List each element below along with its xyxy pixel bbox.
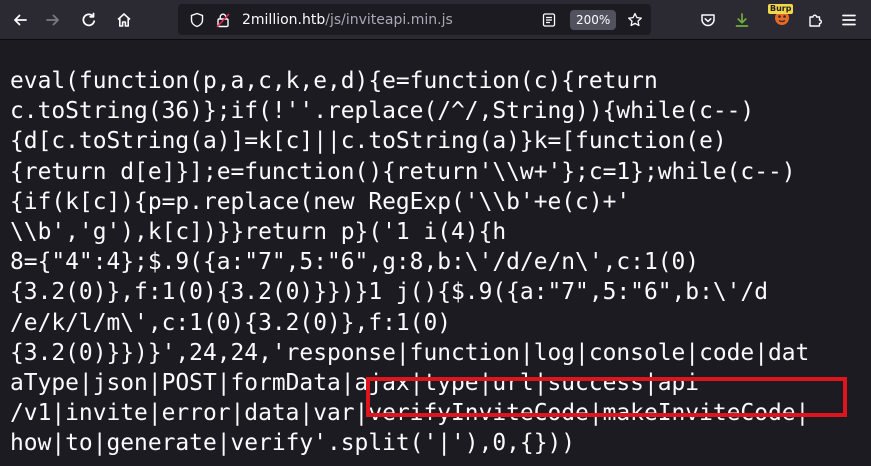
shield-icon[interactable] — [188, 11, 206, 29]
star-icon[interactable] — [626, 11, 644, 29]
url-bar[interactable]: 2million.htb/js/inviteapi.min.js 200% — [178, 4, 651, 35]
pocket-icon — [701, 14, 715, 27]
code-line: {3.2(0)}})}',24,24,'response|function|lo… — [10, 339, 810, 366]
code-line: {d[c.toString(a)]=k[c]||c.toString(a)}k=… — [10, 128, 727, 155]
code-line: 8={"4":4};$.9({a:"7",5:"6",g:8,b:\'/d/e/… — [10, 249, 700, 276]
code-line: \\b','g'),k[c])}}return p}('1 i(4){h — [10, 219, 507, 246]
highlight-annotation-box — [366, 377, 847, 417]
browser-toolbar: 2million.htb/js/inviteapi.min.js 200% Bu… — [0, 0, 871, 40]
zoom-level-button[interactable]: 200% — [570, 10, 617, 30]
back-button[interactable] — [6, 6, 34, 34]
forward-arrow-icon — [46, 14, 59, 26]
downloads-button[interactable] — [728, 6, 756, 34]
home-icon — [117, 13, 131, 27]
back-arrow-icon — [14, 14, 27, 26]
reload-icon — [82, 12, 96, 27]
extensions-button[interactable] — [802, 6, 830, 34]
url-path: /js/inviteapi.min.js — [325, 12, 453, 28]
page-content: eval(function(p,a,c,k,e,d){e=function(c)… — [0, 40, 871, 466]
url-text[interactable]: 2million.htb/js/inviteapi.min.js — [242, 12, 453, 28]
puzzle-icon — [809, 14, 822, 27]
hamburger-menu-icon — [842, 14, 856, 26]
code-line: eval(function(p,a,c,k,e,d){e=function(c)… — [10, 68, 658, 94]
url-domain: 2million.htb — [242, 12, 326, 28]
code-line: /e/k/l/m\',c:1(0){3.2(0)},f:1(0) — [10, 309, 452, 336]
reader-view-icon[interactable] — [540, 11, 558, 29]
pocket-button[interactable] — [694, 6, 722, 34]
forward-button[interactable] — [39, 6, 67, 34]
extension-badge-label: Burp — [768, 4, 794, 14]
code-line: {3.2(0)},f:1(0){3.2(0)}})}1 j(){$.9({a:"… — [10, 279, 768, 306]
reload-button[interactable] — [75, 6, 103, 34]
code-line: {if(k[c]){p=p.replace(new RegExp('\\b'+e… — [10, 188, 631, 215]
code-line: c.toString(36)};if(!''.replace(/^/,Strin… — [10, 98, 755, 125]
burp-extension-button[interactable]: Burp — [768, 4, 794, 26]
code-line: {return d[e]}];e=function(){return'\\w+'… — [10, 158, 796, 185]
menu-button[interactable] — [835, 6, 863, 34]
not-secure-lock-icon[interactable] — [214, 11, 232, 29]
home-button[interactable] — [110, 6, 138, 34]
code-line: how|to|generate|verify'.split('|'),0,{})… — [10, 430, 576, 457]
download-icon — [735, 13, 749, 27]
